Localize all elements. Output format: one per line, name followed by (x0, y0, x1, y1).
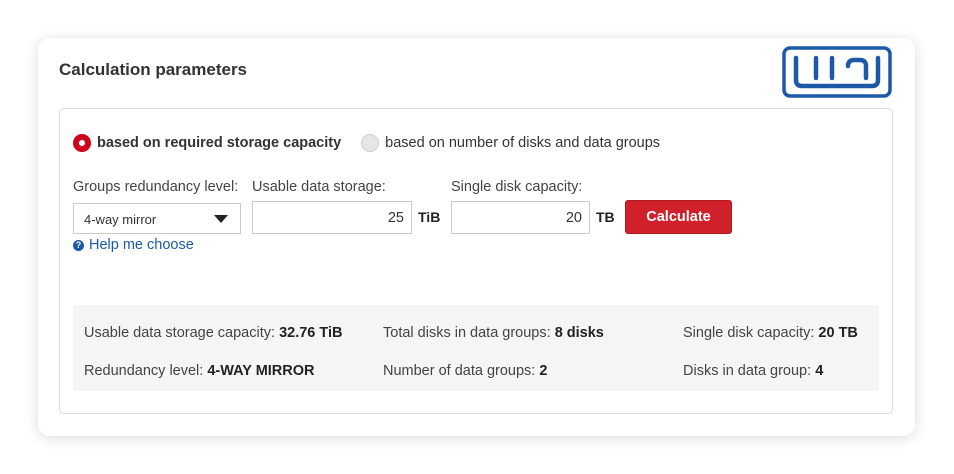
radio-label: based on required storage capacity (97, 135, 342, 151)
result-redundancy: Redundancy level: 4-WAY MIRROR (84, 363, 315, 379)
disk-capacity-input[interactable] (451, 201, 590, 234)
parameters-panel: based on required storage capacity based… (59, 108, 893, 414)
brand-logo (782, 46, 892, 98)
redundancy-select[interactable]: 4-way mirror (73, 203, 241, 234)
disk-capacity-label: Single disk capacity: (451, 179, 583, 195)
redundancy-label: Groups redundancy level: (73, 179, 239, 195)
usable-storage-input[interactable] (252, 201, 412, 234)
result-data-groups: Number of data groups: 2 (383, 363, 548, 379)
mode-radio-group: based on required storage capacity based… (73, 134, 680, 152)
redundancy-select-value: 4-way mirror (84, 212, 157, 227)
radio-label: based on number of disks and data groups (385, 135, 661, 151)
radio-required-capacity[interactable]: based on required storage capacity (73, 134, 341, 152)
calculate-button[interactable]: Calculate (625, 200, 732, 234)
result-single-disk: Single disk capacity: 20 TB (683, 325, 858, 341)
question-icon: ? (73, 239, 84, 251)
result-usable-capacity: Usable data storage capacity: 32.76 TiB (84, 325, 343, 341)
radio-unchecked-icon (361, 134, 380, 152)
help-me-choose-link[interactable]: ? Help me choose (73, 237, 194, 253)
usable-storage-label: Usable data storage: (252, 179, 386, 195)
disk-capacity-unit: TB (596, 209, 615, 225)
help-link-text: Help me choose (89, 237, 194, 253)
results-panel: Usable data storage capacity: 32.76 TiB … (73, 305, 879, 391)
caret-down-icon (214, 215, 228, 223)
radio-checked-icon (73, 134, 91, 152)
usable-storage-unit: TiB (418, 209, 441, 225)
calculation-card: Calculation parameters based on required… (38, 38, 915, 436)
card-title: Calculation parameters (59, 60, 248, 79)
result-total-disks: Total disks in data groups: 8 disks (383, 325, 604, 341)
radio-disks-groups[interactable]: based on number of disks and data groups (361, 134, 660, 152)
result-disks-in-group: Disks in data group: 4 (683, 363, 824, 379)
